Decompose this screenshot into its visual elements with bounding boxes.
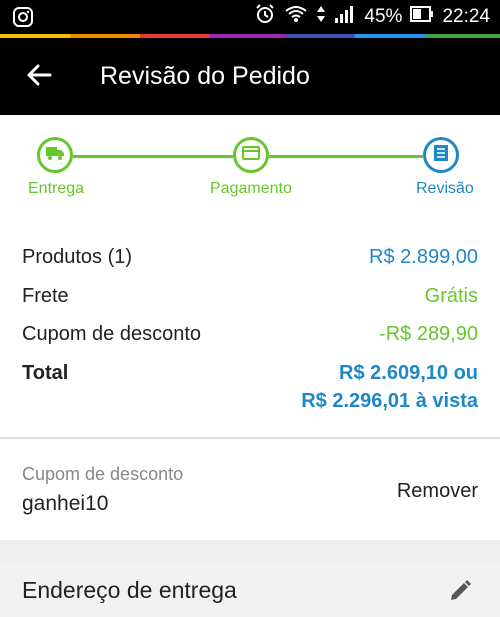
coupon-discount-value: -R$ 289,90 [379, 323, 478, 345]
data-arrows-icon [316, 4, 326, 30]
total-value-cash: R$ 2.296,01 à vista [301, 390, 478, 412]
battery-level: 45% [364, 6, 403, 27]
wifi-icon [284, 4, 308, 30]
coupon-code: ganhei10 [22, 492, 109, 515]
step-pagamento[interactable] [233, 137, 269, 173]
total-label: Total [22, 362, 69, 384]
card-icon [242, 145, 260, 165]
delivery-address-section[interactable]: Endereço de entrega [0, 561, 500, 617]
page-title: Revisão do Pedido [100, 62, 310, 90]
signal-icon [334, 4, 356, 30]
shipping-label: Frete [22, 285, 69, 307]
step-entrega[interactable] [37, 137, 73, 173]
instagram-icon [12, 6, 34, 28]
battery-icon [410, 5, 434, 29]
step-revisao[interactable] [423, 137, 459, 173]
clock: 22:24 [442, 6, 490, 27]
app-bar: Revisão do Pedido [0, 38, 500, 115]
alarm-icon [254, 3, 276, 31]
step-label-entrega: Entrega [28, 180, 85, 197]
delivery-address-title: Endereço de entrega [22, 577, 237, 603]
list-icon [433, 144, 449, 167]
remove-coupon-button[interactable]: Remover [397, 480, 478, 503]
truck-icon [45, 145, 65, 166]
total-value-installments: R$ 2.609,10 ou [339, 362, 478, 384]
summary-row-products: Produtos (1) R$ 2.899,00 [22, 246, 478, 276]
checkout-stepper: Entrega Pagamento Revisão [0, 115, 500, 209]
summary-row-coupon: Cupom de desconto -R$ 289,90 [22, 323, 478, 353]
coupon-field-label: Cupom de desconto [22, 464, 184, 484]
stepper-connector [73, 155, 233, 158]
summary-row-shipping: Frete Grátis [22, 285, 478, 315]
step-label-revisao: Revisão [416, 180, 474, 197]
products-label: Produtos (1) [22, 246, 133, 268]
divider [0, 437, 500, 439]
stepper-connector [269, 155, 423, 158]
back-arrow-icon[interactable] [24, 60, 54, 90]
products-value: R$ 2.899,00 [369, 246, 478, 268]
coupon-discount-label: Cupom de desconto [22, 323, 202, 345]
shipping-value: Grátis [424, 285, 478, 307]
status-bar: 45% 22:24 [0, 0, 500, 34]
summary-row-total: Total R$ 2.609,10 ou R$ 2.296,01 à vista [22, 362, 478, 422]
step-label-pagamento: Pagamento [210, 180, 292, 197]
total-value: R$ 2.609,10 ou R$ 2.296,01 à vista [301, 362, 478, 413]
edit-pencil-icon[interactable] [446, 577, 474, 605]
